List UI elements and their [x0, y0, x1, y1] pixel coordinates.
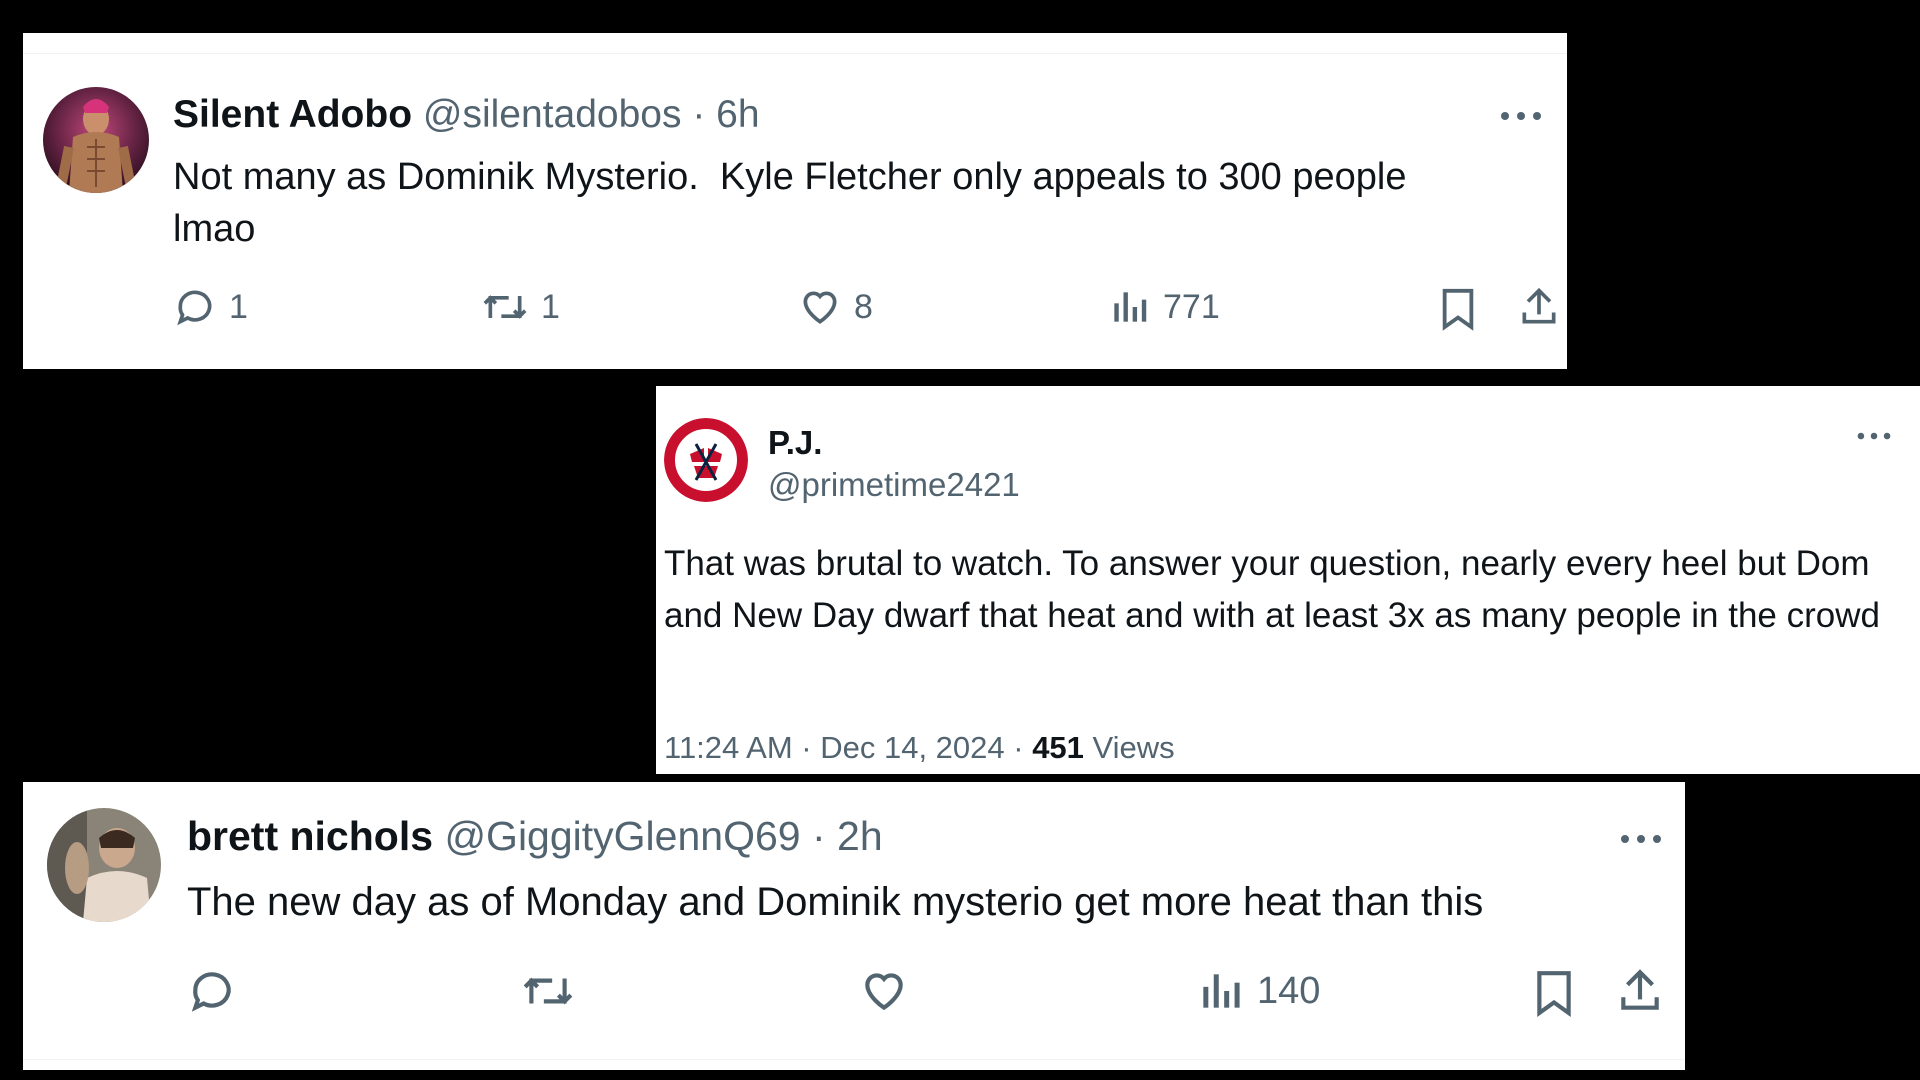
share-button[interactable] — [1615, 966, 1665, 1016]
tweet-text: Not many as Dominik Mysterio. Kyle Fletc… — [173, 156, 1418, 250]
post-time[interactable]: 6h — [716, 93, 759, 136]
views-icon — [1203, 974, 1240, 1008]
more-icon[interactable] — [1856, 430, 1892, 442]
like-button[interactable]: 8 — [798, 285, 873, 329]
bookmark-icon — [1537, 971, 1571, 1017]
divider — [23, 1059, 1685, 1060]
tweet-header: brett nichols @GiggityGlennQ69 · 2h — [187, 816, 883, 857]
views-button[interactable]: 140 — [1195, 966, 1320, 1016]
share-button[interactable] — [1517, 285, 1561, 329]
views-count: 451 — [1032, 730, 1084, 765]
like-icon — [865, 973, 903, 1011]
tweet-card-brett-nichols[interactable]: brett nichols @GiggityGlennQ69 · 2h The … — [23, 782, 1685, 1070]
repost-button[interactable] — [521, 966, 575, 1016]
repost-button[interactable]: 1 — [481, 285, 560, 329]
repost-icon — [523, 977, 573, 1005]
like-button[interactable] — [859, 966, 909, 1016]
avatar[interactable] — [43, 87, 149, 193]
share-icon — [1522, 287, 1556, 324]
views-count: 140 — [1257, 970, 1321, 1012]
author-name[interactable]: brett nichols — [187, 813, 433, 859]
reply-button[interactable]: 1 — [173, 285, 248, 329]
author-name[interactable]: P.J. — [768, 424, 822, 462]
post-time[interactable]: 2h — [837, 813, 883, 859]
post-timestamp[interactable]: 11:24 AM · Dec 14, 2024 · — [664, 730, 1032, 765]
share-icon — [1621, 969, 1659, 1010]
separator: · — [692, 93, 706, 136]
more-icon[interactable] — [1619, 832, 1663, 846]
reply-button[interactable] — [187, 966, 237, 1016]
tweet-text: The new day as of Monday and Dominik mys… — [187, 880, 1484, 924]
separator: · — [811, 813, 826, 859]
views-icon — [1114, 292, 1147, 322]
views-label: Views — [1083, 730, 1175, 765]
bookmark-icon — [1442, 288, 1474, 331]
author-name[interactable]: Silent Adobo — [173, 93, 412, 136]
divider — [23, 53, 1567, 54]
avatar[interactable] — [664, 418, 748, 502]
repost-icon — [483, 295, 527, 319]
tweet-card-silent-adobo[interactable]: Silent Adobo @silentadobos · 6h Not many… — [23, 33, 1567, 369]
avatar[interactable] — [47, 808, 161, 922]
tweet-meta: 11:24 AM · Dec 14, 2024 · 451 Views — [664, 730, 1175, 766]
bookmark-button[interactable] — [1437, 285, 1479, 331]
author-handle[interactable]: @GiggityGlennQ69 — [444, 813, 800, 859]
views-count: 771 — [1163, 288, 1220, 326]
author-handle[interactable]: @primetime2421 — [768, 466, 1020, 504]
tweet-text: That was brutal to watch. To answer your… — [664, 544, 1880, 635]
like-count: 8 — [854, 288, 873, 326]
tweet-header: Silent Adobo @silentadobos · 6h — [173, 95, 760, 134]
repost-count: 1 — [541, 288, 560, 326]
views-button[interactable]: 771 — [1107, 285, 1220, 329]
reply-icon — [177, 290, 212, 326]
reply-count: 1 — [229, 288, 248, 326]
more-icon[interactable] — [1499, 109, 1543, 123]
author-handle[interactable]: @silentadobos — [423, 93, 682, 136]
bookmark-button[interactable] — [1531, 966, 1577, 1018]
tweet-card-pj[interactable]: P.J. @primetime2421 That was brutal to w… — [656, 386, 1920, 774]
reply-icon — [191, 972, 231, 1012]
like-icon — [803, 291, 837, 324]
